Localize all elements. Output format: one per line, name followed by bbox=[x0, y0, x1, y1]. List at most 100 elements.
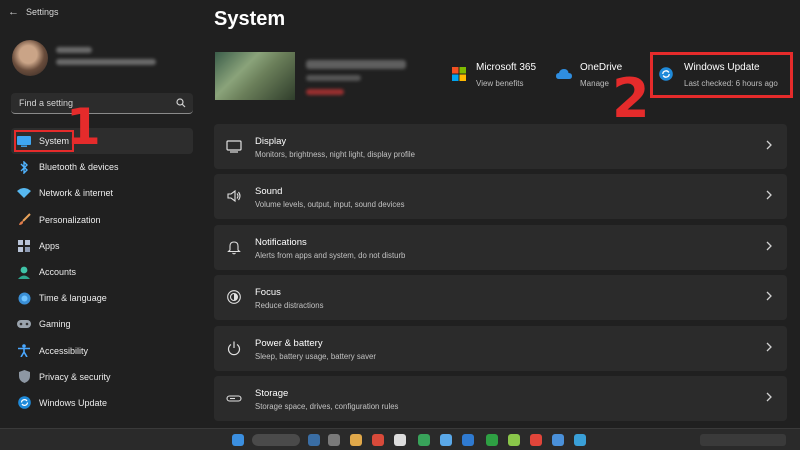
sidebar-nav: System Bluetooth & devices Network & int… bbox=[11, 128, 193, 416]
sidebar-item-label: Time & language bbox=[39, 293, 107, 304]
sidebar-item-label: Personalization bbox=[39, 214, 101, 225]
taskbar-app-icon[interactable] bbox=[372, 434, 384, 446]
sidebar-item-personalization[interactable]: Personalization bbox=[11, 207, 193, 233]
sidebar-item-gaming[interactable]: Gaming bbox=[11, 311, 193, 337]
sidebar-item-label: Bluetooth & devices bbox=[39, 162, 119, 173]
sidebar-item-label: Apps bbox=[39, 240, 60, 251]
taskbar bbox=[0, 428, 800, 450]
card-title: Power & battery bbox=[255, 337, 323, 349]
avatar bbox=[12, 40, 48, 76]
system-tray[interactable] bbox=[700, 434, 786, 446]
taskbar-app-icon[interactable] bbox=[440, 434, 452, 446]
taskbar-app-icon[interactable] bbox=[418, 434, 430, 446]
start-icon[interactable] bbox=[232, 434, 244, 446]
annotation-step-1: 1 bbox=[66, 98, 101, 156]
cloud-icon bbox=[556, 69, 572, 79]
sidebar-item-windows-update[interactable]: Windows Update bbox=[11, 390, 193, 416]
annotation-highlight-windows-update bbox=[650, 52, 793, 98]
sidebar-item-label: Windows Update bbox=[39, 397, 108, 408]
sidebar-item-network[interactable]: Network & internet bbox=[11, 180, 193, 206]
monitor-icon bbox=[226, 140, 242, 153]
user-profile[interactable] bbox=[12, 40, 202, 82]
quick-link-microsoft-365[interactable]: Microsoft 365 View benefits bbox=[452, 62, 547, 94]
update-icon bbox=[17, 396, 31, 410]
settings-card-power-battery[interactable]: Power & battery Sleep, battery usage, ba… bbox=[214, 325, 787, 371]
speaker-icon bbox=[227, 190, 241, 203]
quick-link-subtitle: View benefits bbox=[476, 79, 524, 88]
annotation-highlight-system bbox=[14, 130, 74, 152]
taskbar-app-icon[interactable] bbox=[394, 434, 406, 446]
settings-card-display[interactable]: Display Monitors, brightness, night ligh… bbox=[214, 124, 787, 169]
sidebar-item-label: Gaming bbox=[39, 319, 71, 330]
accessibility-icon bbox=[17, 344, 31, 358]
card-subtitle: Storage space, drives, configuration rul… bbox=[255, 401, 399, 411]
search-icon bbox=[176, 98, 186, 108]
microsoft-logo-icon bbox=[452, 67, 466, 81]
settings-list: Display Monitors, brightness, night ligh… bbox=[214, 124, 787, 426]
card-title: Sound bbox=[255, 186, 283, 198]
back-arrow-icon[interactable]: ← bbox=[8, 6, 19, 18]
chevron-right-icon bbox=[766, 190, 772, 200]
taskbar-app-icon[interactable] bbox=[462, 434, 474, 446]
power-icon bbox=[227, 341, 241, 355]
card-title: Notifications bbox=[255, 236, 307, 248]
quick-link-title: Microsoft 365 bbox=[476, 62, 537, 73]
taskbar-app-icon[interactable] bbox=[552, 434, 564, 446]
chevron-right-icon bbox=[766, 342, 772, 352]
sidebar-item-label: Network & internet bbox=[39, 188, 114, 199]
taskbar-app-icon[interactable] bbox=[308, 434, 320, 446]
taskbar-app-icon[interactable] bbox=[508, 434, 520, 446]
chevron-right-icon bbox=[766, 140, 772, 150]
taskbar-app-icon[interactable] bbox=[328, 434, 340, 446]
bluetooth-icon bbox=[17, 160, 31, 174]
brush-icon bbox=[17, 213, 31, 227]
sidebar-item-apps[interactable]: Apps bbox=[11, 233, 193, 259]
bell-icon bbox=[227, 241, 241, 255]
card-title: Storage bbox=[255, 387, 289, 399]
sidebar-item-accessibility[interactable]: Accessibility bbox=[11, 338, 193, 364]
card-subtitle: Volume levels, output, input, sound devi… bbox=[255, 200, 405, 210]
taskbar-app-icon[interactable] bbox=[574, 434, 586, 446]
settings-card-sound[interactable]: Sound Volume levels, output, input, soun… bbox=[214, 174, 787, 220]
taskbar-app-icon[interactable] bbox=[530, 434, 542, 446]
settings-card-notifications[interactable]: Notifications Alerts from apps and syste… bbox=[214, 224, 787, 270]
sidebar-item-label: Accessibility bbox=[39, 345, 89, 356]
chevron-right-icon bbox=[766, 241, 772, 251]
search-input[interactable]: Find a setting bbox=[11, 93, 193, 114]
settings-window: ← Settings Find a setting System Bluetoo… bbox=[0, 0, 800, 428]
sidebar-item-time-language[interactable]: Time & language bbox=[11, 285, 193, 311]
page-title: System bbox=[214, 8, 286, 30]
wifi-icon bbox=[17, 186, 31, 200]
card-title: Display bbox=[255, 136, 287, 147]
search-placeholder: Find a setting bbox=[19, 98, 74, 108]
taskbar-search[interactable] bbox=[252, 434, 300, 446]
taskbar-app-icon[interactable] bbox=[486, 434, 498, 446]
taskbar-app-icon[interactable] bbox=[350, 434, 362, 446]
sidebar-item-bluetooth[interactable]: Bluetooth & devices bbox=[11, 154, 193, 180]
gamepad-icon bbox=[17, 317, 31, 331]
sidebar-item-privacy[interactable]: Privacy & security bbox=[11, 364, 193, 390]
chevron-right-icon bbox=[766, 291, 772, 301]
globe-icon bbox=[17, 291, 31, 305]
card-title: Focus bbox=[255, 287, 281, 299]
card-subtitle: Alerts from apps and system, do not dist… bbox=[255, 250, 406, 260]
sidebar-item-label: Privacy & security bbox=[39, 371, 111, 382]
person-icon bbox=[17, 265, 31, 279]
settings-card-storage[interactable]: Storage Storage space, drives, configura… bbox=[214, 375, 787, 421]
chevron-right-icon bbox=[766, 392, 772, 402]
sidebar-item-label: Accounts bbox=[39, 267, 77, 278]
shield-icon bbox=[17, 370, 31, 384]
card-subtitle: Reduce distractions bbox=[255, 301, 324, 311]
card-subtitle: Sleep, battery usage, battery saver bbox=[255, 351, 376, 361]
storage-icon bbox=[226, 395, 242, 402]
title-bar: ← Settings bbox=[0, 0, 800, 26]
sidebar-item-accounts[interactable]: Accounts bbox=[11, 259, 193, 285]
apps-icon bbox=[17, 239, 31, 253]
annotation-step-2: 2 bbox=[612, 67, 650, 130]
card-subtitle: Monitors, brightness, night light, displ… bbox=[255, 150, 415, 159]
focus-icon bbox=[227, 290, 241, 305]
device-thumbnail bbox=[215, 52, 295, 100]
settings-card-focus[interactable]: Focus Reduce distractions bbox=[214, 275, 787, 321]
quick-link-subtitle: Manage bbox=[580, 79, 609, 88]
app-title: Settings bbox=[26, 7, 59, 17]
